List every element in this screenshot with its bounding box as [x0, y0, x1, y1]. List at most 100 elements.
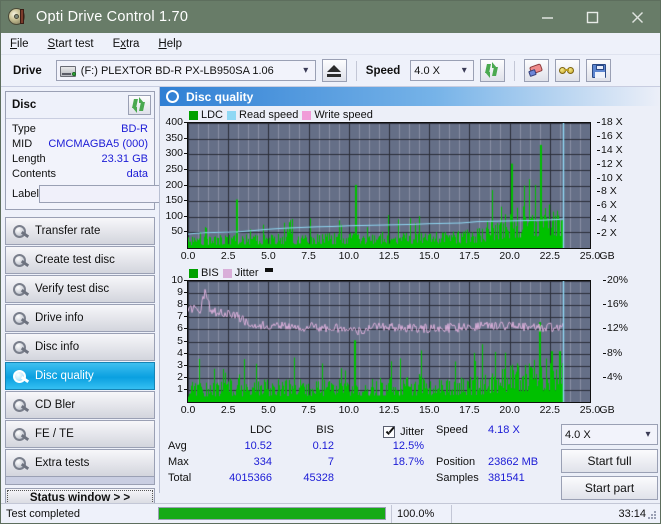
minimize-button[interactable] [525, 1, 570, 33]
stats-actions: 4.0 X ▾ Start full Start part [558, 424, 660, 500]
stats-label-avg: Avg [168, 440, 187, 452]
y2-tick: 18 X [597, 116, 623, 128]
legend-label-jitter: Jitter [234, 267, 259, 279]
menu-bar: File Start test Extra Help [1, 33, 660, 55]
stats-bis-max: 7 [327, 456, 334, 468]
sidebar-item-cd-bler[interactable]: CD Bler [5, 391, 155, 419]
maximize-button[interactable] [570, 1, 615, 33]
y-tick: 4 [177, 346, 187, 359]
menu-start-test[interactable]: Start test [48, 38, 94, 50]
disc-info-rows: Type BD-R MID CMCMAGBA5 (000) Length 23.… [6, 119, 242, 209]
stats-ldc-avg: 10.52 [244, 440, 272, 452]
legend-swatch-bis [189, 268, 198, 278]
legend-ldc: LDC [189, 109, 223, 121]
disc-icon [12, 340, 28, 355]
x-tick: 22.5 [539, 404, 561, 416]
stats-col-jitter: Jitter 12.5% 18.7% [334, 424, 430, 486]
sidebar-item-label: Extra tests [35, 457, 90, 469]
y-tick: 5 [177, 334, 187, 347]
legend-marker-black [264, 268, 273, 272]
disc-icon [12, 398, 28, 413]
stats-col-ldc: LDC 10.52 334 4015366 [200, 424, 272, 486]
bis-chart-legend: BIS Jitter [161, 266, 659, 280]
y-tick: 6 [177, 322, 187, 335]
refresh-icon [132, 96, 147, 113]
position-value: 23862 MB [488, 456, 539, 468]
disc-mid-key: MID [12, 137, 33, 150]
x-tick: 12.5 [378, 250, 400, 262]
sidebar-item-extra-tests[interactable]: Extra tests [5, 449, 155, 477]
x-tick: 7.5 [301, 250, 316, 262]
panel-title: Disc quality [186, 89, 254, 104]
progress-percent: 100.0% [391, 504, 451, 523]
disc-icon [12, 369, 28, 384]
x-axis-unit: GB [599, 404, 615, 416]
stats-row-labels: Avg Max Total [160, 424, 200, 486]
x-tick: 17.5 [459, 404, 480, 416]
charts-area: LDC Read speed Write speed 50 100 150 200 25… [160, 106, 660, 418]
close-button[interactable] [615, 1, 660, 33]
sidebar-item-label: Drive info [35, 312, 84, 324]
start-part-button[interactable]: Start part [561, 476, 658, 500]
legend-label-write-speed: Write speed [314, 109, 373, 121]
stats-col-keys: Speed Position Samples [430, 424, 488, 486]
y2-tick: 6 X [597, 199, 617, 212]
inspect-button[interactable] [555, 59, 581, 82]
samples-key: Samples [436, 472, 479, 484]
chevron-down-icon: ▾ [645, 429, 651, 440]
y-tick: 2 [177, 370, 187, 383]
window-controls [525, 1, 660, 33]
stats-header-ldc: LDC [249, 424, 272, 436]
menu-file[interactable]: File [10, 38, 29, 50]
legend-swatch-read-speed [227, 110, 237, 120]
eraser-icon [527, 63, 545, 78]
eject-button[interactable] [321, 59, 347, 82]
app-disc-icon [8, 7, 28, 27]
chevron-down-icon: ▾ [461, 65, 467, 76]
sidebar-item-label: FE / TE [35, 428, 74, 440]
sidebar-item-create-test-disc[interactable]: Create test disc [5, 246, 155, 274]
ldc-y-axis-left: 50 100 150 200 250 300 350 400 [161, 116, 187, 249]
sidebar-item-disc-quality[interactable]: Disc quality [5, 362, 155, 390]
y-tick: 50 [171, 225, 187, 238]
y-tick: 200 [165, 178, 187, 191]
chevron-down-icon: ▾ [303, 65, 309, 76]
bis-plot [187, 280, 591, 403]
test-speed-select[interactable]: 4.0 X ▾ [561, 424, 658, 445]
sidebar-item-label: Disc quality [35, 370, 94, 382]
jitter-checkbox[interactable] [383, 426, 396, 438]
sidebar-item-disc-info[interactable]: Disc info [5, 333, 155, 361]
bis-y-axis-left: 1 2 3 4 5 6 7 8 9 10 [161, 274, 187, 403]
y2-tick: 12% [602, 322, 629, 335]
sidebar-item-transfer-rate[interactable]: Transfer rate [5, 217, 155, 245]
save-button[interactable] [586, 59, 612, 82]
sidebar-item-fe-te[interactable]: FE / TE [5, 420, 155, 448]
test-speed-value: 4.0 X [565, 428, 591, 441]
x-tick: 5.0 [261, 404, 276, 416]
menu-extra[interactable]: Extra [113, 38, 140, 50]
glasses-icon [559, 64, 576, 77]
drive-select[interactable]: (F:) PLEXTOR BD-R PX-LB950SA 1.06 ▾ [55, 60, 316, 81]
y-tick: 150 [165, 194, 187, 207]
start-full-button[interactable]: Start full [561, 449, 658, 473]
stats-bis-total: 45328 [303, 472, 334, 484]
sidebar-item-drive-info[interactable]: Drive info [5, 304, 155, 332]
sidebar-item-verify-test-disc[interactable]: Verify test disc [5, 275, 155, 303]
legend-swatch-write-speed [302, 110, 312, 120]
status-message: Test completed [6, 507, 80, 520]
jitter-label: Jitter [400, 426, 424, 438]
menu-help-rest: elp [166, 37, 183, 50]
refresh-button[interactable] [480, 59, 506, 82]
resize-grip-icon[interactable] [648, 511, 657, 520]
y2-tick: 2 X [597, 227, 617, 240]
speed-select[interactable]: 4.0 X ▾ [410, 60, 475, 81]
left-panel: Disc Type BD-R MID CMCMAGBA5 (000) Lengt… [1, 87, 242, 508]
toolbar-divider-2 [514, 60, 516, 81]
disc-refresh-button[interactable] [128, 95, 151, 115]
menu-help[interactable]: Help [158, 38, 182, 50]
y2-tick: 16 X [597, 129, 623, 142]
eject-icon [327, 64, 342, 72]
y2-tick: 14 X [597, 143, 623, 156]
disc-group-header: Disc [6, 92, 154, 119]
erase-button[interactable] [524, 59, 550, 82]
